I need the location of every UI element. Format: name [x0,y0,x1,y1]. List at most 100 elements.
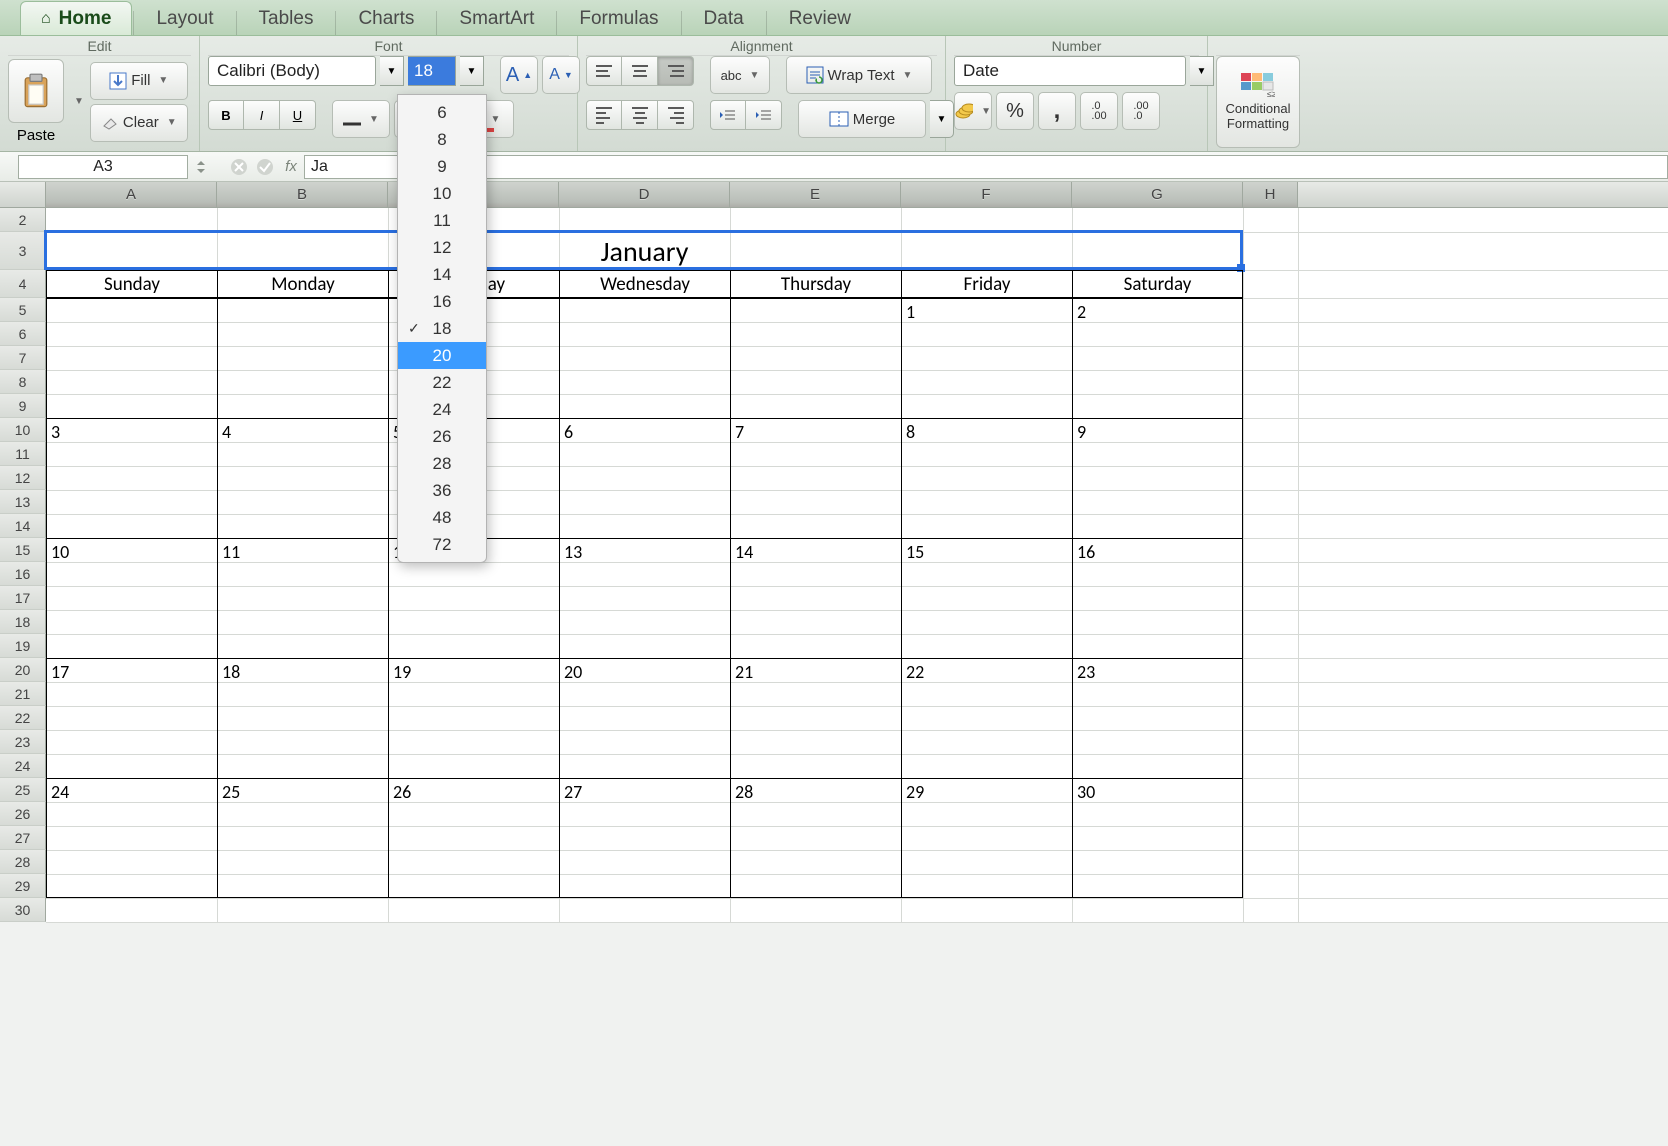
bold-button[interactable]: B [208,100,244,130]
tab-formulas[interactable]: Formulas [558,1,679,35]
row-header-13[interactable]: 13 [0,490,46,514]
accept-formula-button[interactable] [252,155,278,179]
underline-button[interactable]: U [280,100,316,130]
font-size-option[interactable]: 26 [398,423,486,450]
conditional-formatting-button[interactable]: ≤≥ Conditional Formatting [1216,56,1300,148]
comma-button[interactable]: , [1038,92,1076,130]
cell-area[interactable]: JanuarySundayMondayTuesdayWednesdayThurs… [46,208,1668,922]
font-size-option[interactable]: 72 [398,531,486,558]
calendar-cell[interactable]: 19 [388,658,559,778]
font-size-input[interactable]: 18 [408,56,456,86]
tab-review[interactable]: Review [768,1,872,35]
row-header-6[interactable]: 6 [0,322,46,346]
row-header-5[interactable]: 5 [0,298,46,322]
cancel-formula-button[interactable] [226,155,252,179]
calendar-cell[interactable]: 7 [730,418,901,538]
font-size-option[interactable]: 6 [398,99,486,126]
row-header-27[interactable]: 27 [0,826,46,850]
name-box[interactable]: A3 [18,155,188,179]
row-header-12[interactable]: 12 [0,466,46,490]
calendar-cell[interactable]: 9 [1072,418,1243,538]
calendar-cell[interactable]: 8 [901,418,1072,538]
currency-button[interactable]: ▼ [954,92,992,130]
calendar-cell[interactable]: 11 [217,538,388,658]
calendar-cell[interactable]: 13 [559,538,730,658]
name-box-stepper[interactable] [188,155,214,179]
row-header-24[interactable]: 24 [0,754,46,778]
calendar-cell[interactable]: 30 [1072,778,1243,898]
column-header-G[interactable]: G [1072,182,1243,207]
decrease-decimal-button[interactable]: .00.0 [1122,92,1160,130]
row-header-15[interactable]: 15 [0,538,46,562]
select-all-corner[interactable] [0,182,46,207]
tab-smartart[interactable]: SmartArt [438,1,555,35]
font-size-option[interactable]: 48 [398,504,486,531]
row-header-22[interactable]: 22 [0,706,46,730]
orientation-button[interactable]: abc▼ [710,56,770,94]
paste-button[interactable] [8,59,64,123]
increase-font-button[interactable]: A▲ [500,56,538,94]
row-header-2[interactable]: 2 [0,208,46,232]
row-header-26[interactable]: 26 [0,802,46,826]
decrease-font-button[interactable]: A▼ [542,56,580,94]
align-top-button[interactable] [586,56,622,86]
calendar-cell[interactable]: 28 [730,778,901,898]
calendar-cell[interactable] [559,298,730,418]
align-center-button[interactable] [622,100,658,130]
calendar-cell[interactable] [217,298,388,418]
font-size-option[interactable]: 24 [398,396,486,423]
row-header-11[interactable]: 11 [0,442,46,466]
calendar-cell[interactable]: 16 [1072,538,1243,658]
calendar-cell[interactable]: 1 [901,298,1072,418]
calendar-cell[interactable] [46,298,217,418]
column-header-B[interactable]: B [217,182,388,207]
row-header-7[interactable]: 7 [0,346,46,370]
row-header-29[interactable]: 29 [0,874,46,898]
row-header-17[interactable]: 17 [0,586,46,610]
row-header-25[interactable]: 25 [0,778,46,802]
italic-button[interactable]: I [244,100,280,130]
calendar-cell[interactable]: 14 [730,538,901,658]
align-left-button[interactable] [586,100,622,130]
font-size-option[interactable]: 9 [398,153,486,180]
calendar-cell[interactable]: 4 [217,418,388,538]
column-header-H[interactable]: H [1243,182,1298,207]
tab-data[interactable]: Data [683,1,765,35]
calendar-cell[interactable]: 18 [217,658,388,778]
font-size-option[interactable]: 12 [398,234,486,261]
formula-input[interactable]: Ja [304,155,1668,179]
row-header-16[interactable]: 16 [0,562,46,586]
align-middle-button[interactable] [622,56,658,86]
font-size-option[interactable]: 20 [398,342,486,369]
row-header-8[interactable]: 8 [0,370,46,394]
border-button[interactable]: ▼ [332,100,390,138]
font-size-option[interactable]: 10 [398,180,486,207]
calendar-cell[interactable]: 21 [730,658,901,778]
row-header-28[interactable]: 28 [0,850,46,874]
calendar-cell[interactable]: 3 [46,418,217,538]
row-header-3[interactable]: 3 [0,232,46,270]
calendar-cell[interactable]: 20 [559,658,730,778]
font-size-option[interactable]: 16 [398,288,486,315]
tab-charts[interactable]: Charts [337,1,435,35]
function-button[interactable]: fx [278,155,304,179]
column-header-E[interactable]: E [730,182,901,207]
font-size-option[interactable]: 28 [398,450,486,477]
calendar-cell[interactable]: 22 [901,658,1072,778]
calendar-cell[interactable]: 29 [901,778,1072,898]
tab-layout[interactable]: Layout [135,1,234,35]
tab-home[interactable]: ⌂ Home [20,1,132,35]
column-header-A[interactable]: A [46,182,217,207]
row-header-9[interactable]: 9 [0,394,46,418]
font-size-option[interactable]: 22 [398,369,486,396]
column-header-F[interactable]: F [901,182,1072,207]
column-header-D[interactable]: D [559,182,730,207]
percent-button[interactable]: % [996,92,1034,130]
row-header-19[interactable]: 19 [0,634,46,658]
font-size-option[interactable]: 8 [398,126,486,153]
font-size-option[interactable]: 36 [398,477,486,504]
row-header-23[interactable]: 23 [0,730,46,754]
calendar-cell[interactable]: 27 [559,778,730,898]
font-size-dropdown[interactable]: ▼ [460,56,484,86]
decrease-indent-button[interactable] [710,100,746,130]
